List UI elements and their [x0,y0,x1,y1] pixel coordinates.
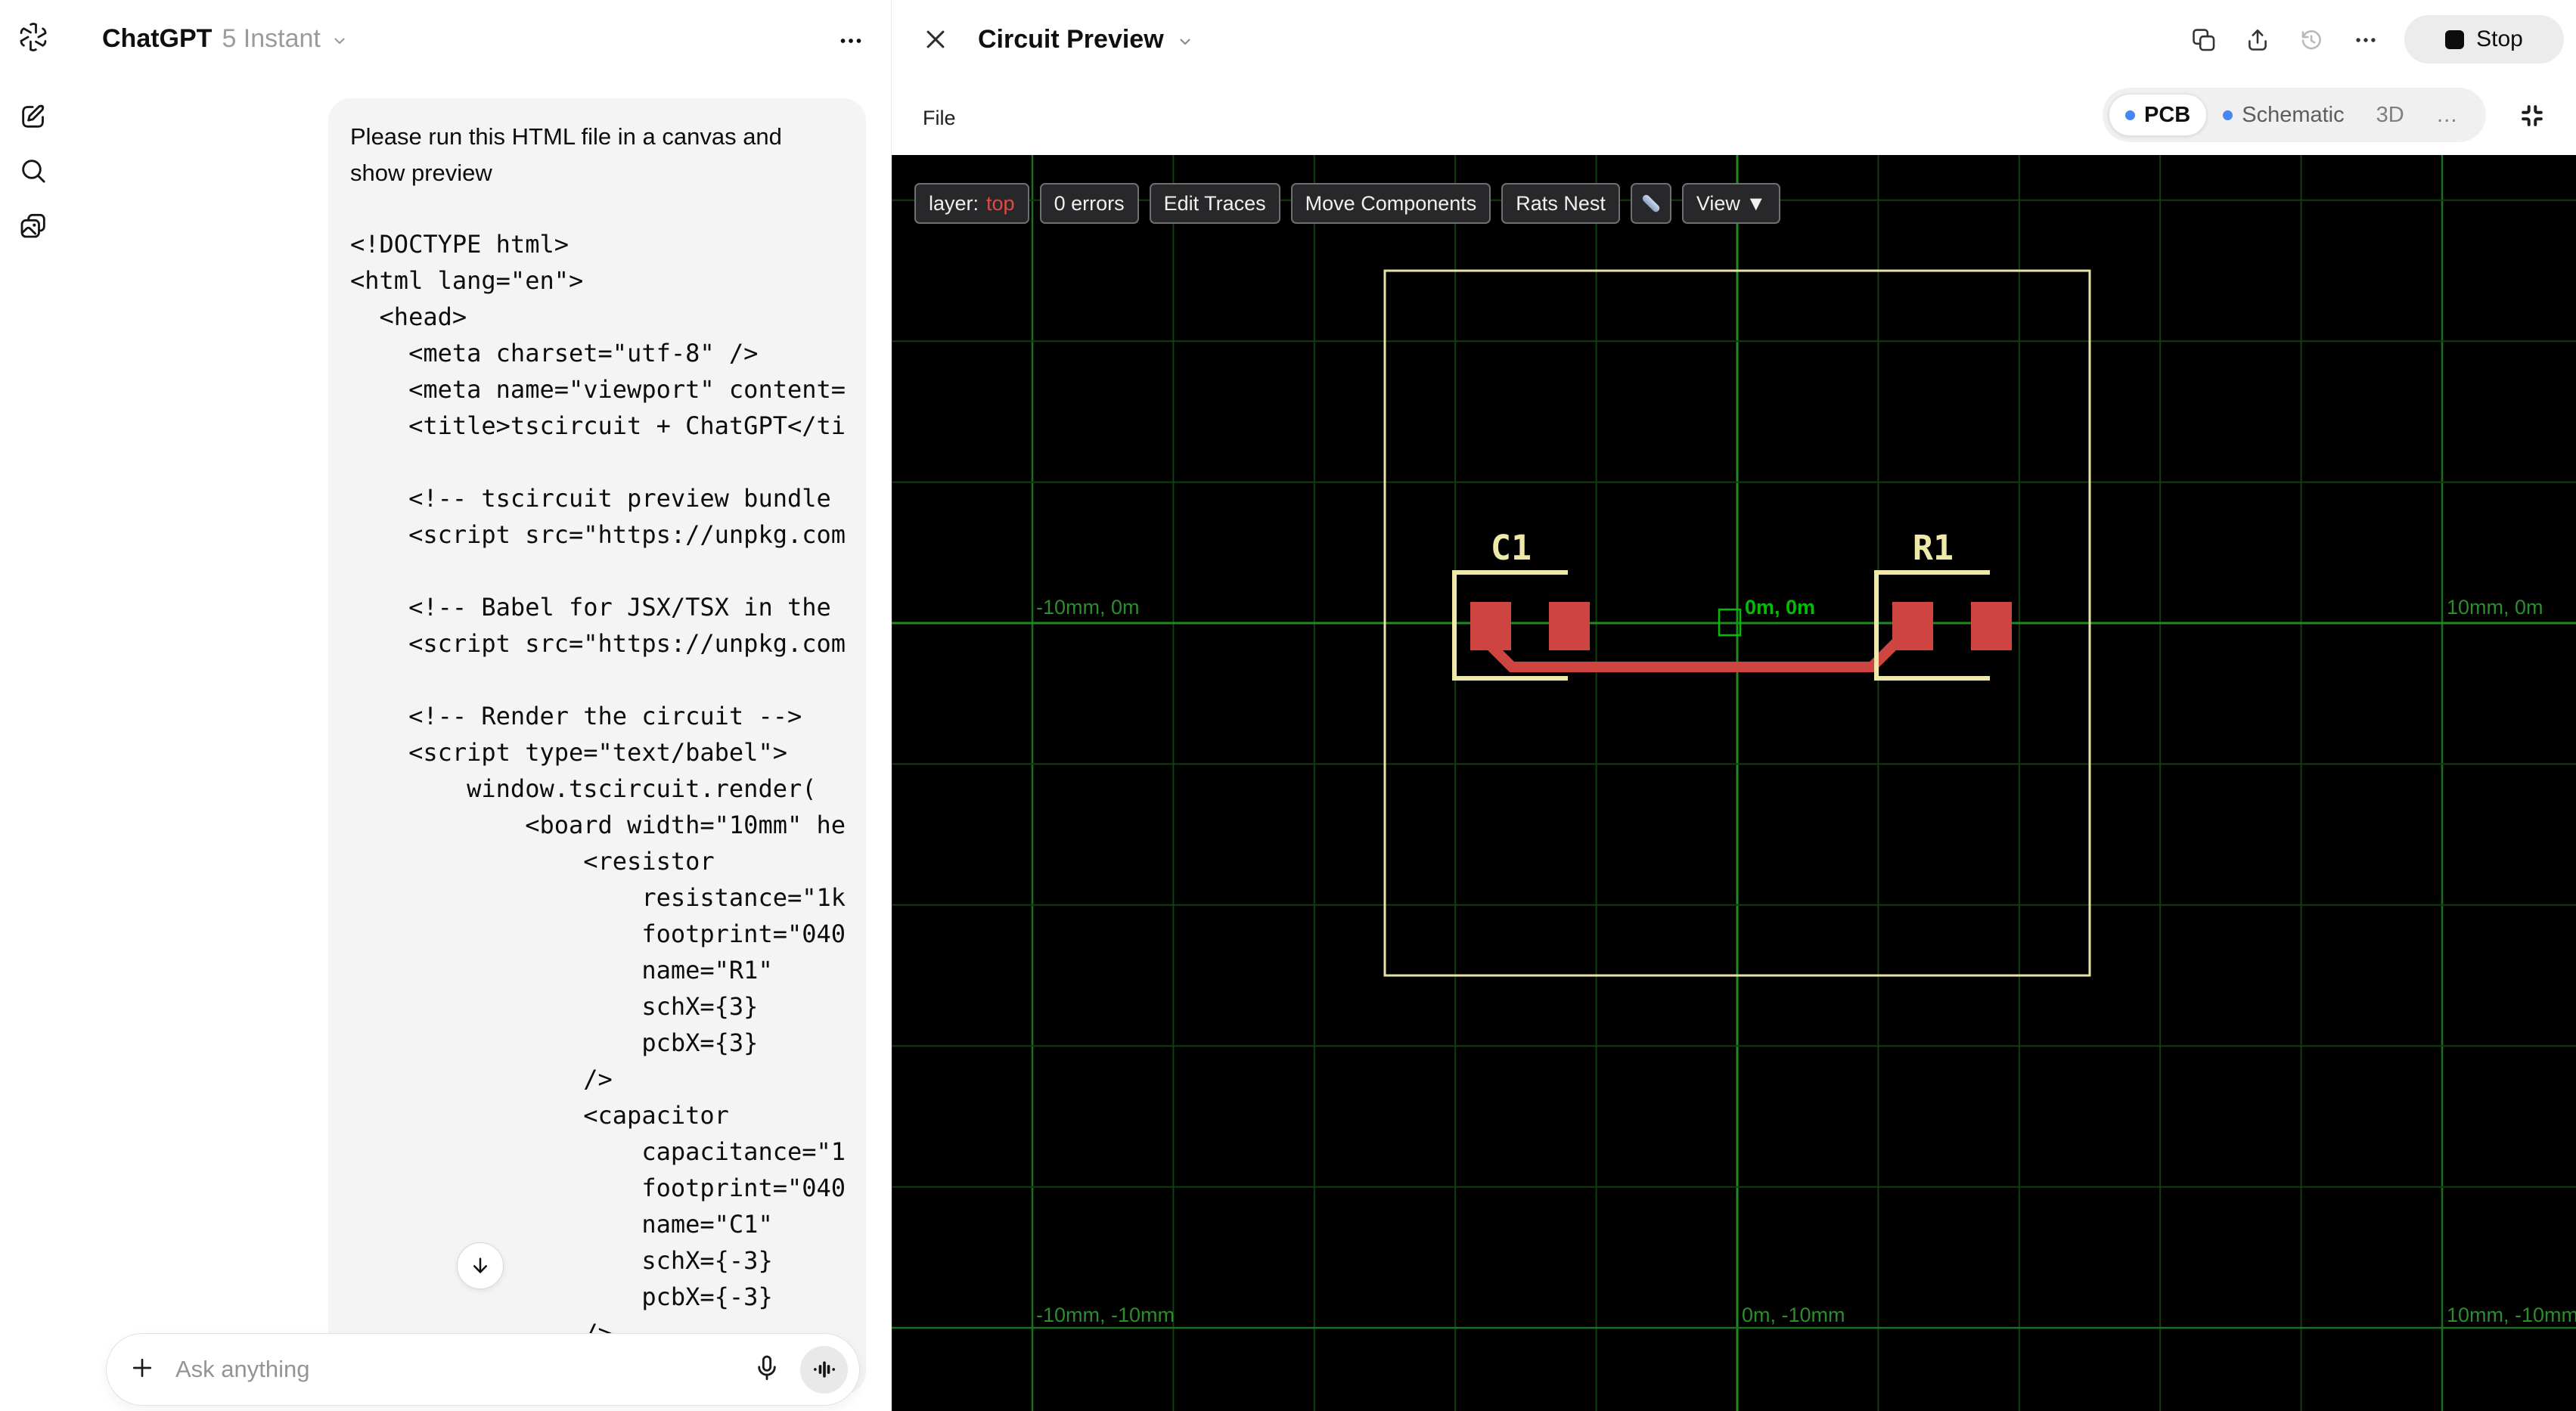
microphone-icon[interactable] [752,1353,782,1387]
smd-pad-c1[interactable] [1470,602,1511,650]
tab-label: Schematic [2242,102,2345,127]
move-components-button[interactable]: Move Components [1290,183,1491,224]
tab-[interactable]: … [2420,94,2474,136]
edit-pencil-button[interactable] [1630,183,1671,224]
plus-icon[interactable] [128,1354,157,1386]
close-icon[interactable] [919,23,952,56]
voice-waveform-icon [813,1361,835,1378]
user-message-text: Please run this HTML file in a canvas an… [350,119,866,191]
pcb-drawing[interactable]: -10mm, 0m 10mm, 0m -10mm, -10mm 0m, -10mm 10… [892,155,2576,1411]
pcb-canvas[interactable]: layer: top 0 errors Edit Traces Move Compone… [892,155,2576,1411]
chat-header[interactable]: ChatGPT 5 Instant [102,24,349,54]
code-block: <!DOCTYPE html> <html lang="en"> <head> … [350,230,846,1347]
more-options-icon[interactable] [2348,23,2383,57]
layer-button[interactable]: layer: top [914,183,1029,224]
share-icon[interactable] [2240,23,2275,57]
composer[interactable]: Ask anything [106,1333,860,1406]
grid-coordinate-label: 10mm, -10mm [2447,1304,2576,1326]
chat-options-icon[interactable] [833,23,869,59]
reference-label-c1: C1 [1491,528,1532,568]
pencil-icon [1642,194,1660,212]
search-icon[interactable] [17,154,50,188]
app: ChatGPT 5 Instant Please run this HTML f… [0,0,2576,1411]
scroll-to-bottom-button[interactable] [457,1242,504,1289]
tab-label: 3D [2376,102,2404,127]
tab-label: PCB [2144,102,2191,127]
pcb-toolbar: layer: top 0 errors Edit Traces Move Compone… [914,183,1781,224]
0-errors-button[interactable]: 0 errors [1039,183,1139,224]
circuit-preview-panel: Circuit Preview Stop File PCB Schematic … [891,0,2576,1411]
smd-pad-r1[interactable] [1892,602,1933,650]
live-dot-icon [2125,110,2135,120]
library-icon[interactable] [17,209,50,242]
history-icon[interactable] [2294,23,2329,57]
chat-panel: ChatGPT 5 Instant Please run this HTML f… [67,0,891,1411]
view-button[interactable]: View ▼ [1681,183,1781,224]
message-line: show preview [350,160,492,186]
stop-square-icon [2445,29,2465,49]
tab-schematic[interactable]: Schematic [2207,94,2360,136]
tab-3d[interactable]: 3D [2360,94,2420,136]
tab-label: … [2435,102,2458,127]
grid-coordinate-label: 0m, -10mm [1742,1304,1845,1326]
collapse-icon[interactable] [2516,100,2548,132]
stop-button[interactable]: Stop [2404,15,2564,64]
grid-coordinate-label: -10mm, -10mm [1036,1304,1175,1326]
grid-coordinate-label: -10mm, 0m [1036,596,1140,619]
user-message-bubble: Please run this HTML file in a canvas an… [328,98,866,1394]
voice-mode-button[interactable] [800,1345,848,1394]
sidebar [0,0,67,1411]
stop-label: Stop [2476,26,2523,51]
chat-title: ChatGPT [102,24,213,53]
composer-placeholder[interactable]: Ask anything [175,1356,752,1383]
preview-title-wrap[interactable]: Circuit Preview [978,25,1194,54]
chevron-down-icon [331,32,349,50]
rats-nest-button[interactable]: Rats Nest [1501,183,1620,224]
layer-value: top [986,191,1015,215]
preview-title: Circuit Preview [978,25,1164,54]
smd-pad-c1[interactable] [1549,602,1590,650]
grid-coordinate-label: 10mm, 0m [2447,596,2543,619]
chevron-down-icon [1176,33,1194,51]
view-mode-tabs: PCB Schematic 3D … [2103,88,2486,142]
chat-model: 5 Instant [222,24,321,53]
live-dot-icon [2223,110,2233,120]
edit-traces-button[interactable]: Edit Traces [1149,183,1280,224]
copy-icon[interactable] [2186,23,2221,57]
arrow-down-icon [473,1257,487,1273]
message-line: Please run this HTML file in a canvas an… [350,123,782,150]
smd-pad-r1[interactable] [1971,602,2012,650]
origin-coordinate-label: 0m, 0m [1745,596,1815,619]
chatgpt-logo-icon [17,20,50,54]
menu-file[interactable]: File [923,103,956,133]
reference-label-r1: R1 [1913,528,1954,568]
tab-pcb[interactable]: PCB [2109,94,2208,136]
layer-label: layer: [929,191,979,215]
new-chat-icon[interactable] [17,100,50,133]
